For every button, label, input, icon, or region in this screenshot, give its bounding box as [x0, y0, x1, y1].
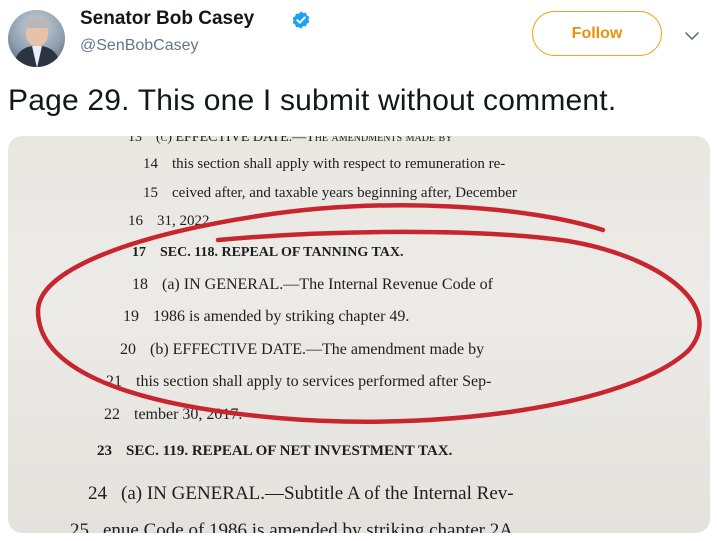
line-number: 16 [128, 213, 143, 229]
document-line: 21 this section shall apply to services p… [106, 373, 491, 391]
line-text: ceived after, and taxable years beginnin… [172, 185, 517, 201]
line-text: (a) IN GENERAL.—The Internal Revenue Cod… [162, 276, 493, 293]
document-line: 24 (a) IN GENERAL.—Subtitle A of the Inte… [88, 483, 514, 505]
document-line: 17 SEC. 118. REPEAL OF TANNING TAX. [132, 245, 404, 261]
avatar-hair [25, 18, 49, 28]
line-text: this section shall apply to services per… [136, 373, 492, 390]
line-number: 18 [132, 276, 148, 293]
line-text: (a) IN GENERAL.—Subtitle A of the Intern… [121, 483, 514, 504]
document-line: 19 1986 is amended by striking chapter 49… [123, 308, 409, 326]
document-line: 20 (b) EFFECTIVE DATE.—The amendment made… [120, 341, 484, 359]
line-number: 23 [97, 443, 112, 459]
document-line: 13 (c) EFFECTIVE DATE.—The amendments mad… [128, 136, 452, 146]
chevron-down-icon[interactable] [684, 28, 700, 44]
line-text: enue Code of 1986 is amended by striking… [103, 520, 518, 533]
document-line: 23 SEC. 119. REPEAL OF NET INVESTMENT TAX… [97, 443, 452, 460]
handle[interactable]: @SenBobCasey [80, 37, 199, 55]
line-number: 17 [132, 245, 146, 260]
line-number: 20 [120, 341, 136, 358]
tweet-text: Page 29. This one I submit without comme… [8, 84, 617, 117]
line-number: 19 [123, 308, 139, 325]
line-number: 15 [143, 185, 158, 201]
line-text: this section shall apply with respect to… [172, 156, 506, 172]
line-text: tember 30, 2017. [134, 406, 243, 423]
line-text: SEC. 119. REPEAL OF NET INVESTMENT TAX. [126, 443, 453, 459]
tweet-photo[interactable]: 13 (c) EFFECTIVE DATE.—The amendments mad… [8, 136, 710, 533]
line-number: 13 [128, 136, 142, 145]
line-text: (c) EFFECTIVE DATE.—The amendments made … [156, 136, 453, 145]
display-name[interactable]: Senator Bob Casey [80, 8, 254, 30]
line-number: 24 [88, 483, 107, 504]
line-number: 22 [104, 406, 120, 423]
document-line: 15 ceived after, and taxable years beginn… [143, 185, 517, 202]
line-text: (b) EFFECTIVE DATE.—The amendment made b… [150, 341, 485, 358]
line-text: 31, 2022. [157, 213, 214, 229]
verified-badge-icon [292, 11, 310, 29]
document-line: 14 this section shall apply with respect … [143, 156, 505, 173]
document-line: 16 31, 2022. [128, 213, 213, 230]
avatar[interactable] [8, 10, 65, 67]
document-line: 18 (a) IN GENERAL.—The Internal Revenue C… [132, 276, 493, 294]
line-number: 25 [70, 520, 89, 533]
line-number: 14 [143, 156, 158, 172]
line-text: 1986 is amended by striking chapter 49. [153, 308, 410, 325]
document-line: 25 enue Code of 1986 is amended by striki… [70, 520, 518, 533]
line-number: 21 [106, 373, 122, 390]
follow-button[interactable]: Follow [532, 11, 662, 56]
line-text: SEC. 118. REPEAL OF TANNING TAX. [160, 245, 404, 260]
document-line: 22 tember 30, 2017. [104, 406, 242, 424]
